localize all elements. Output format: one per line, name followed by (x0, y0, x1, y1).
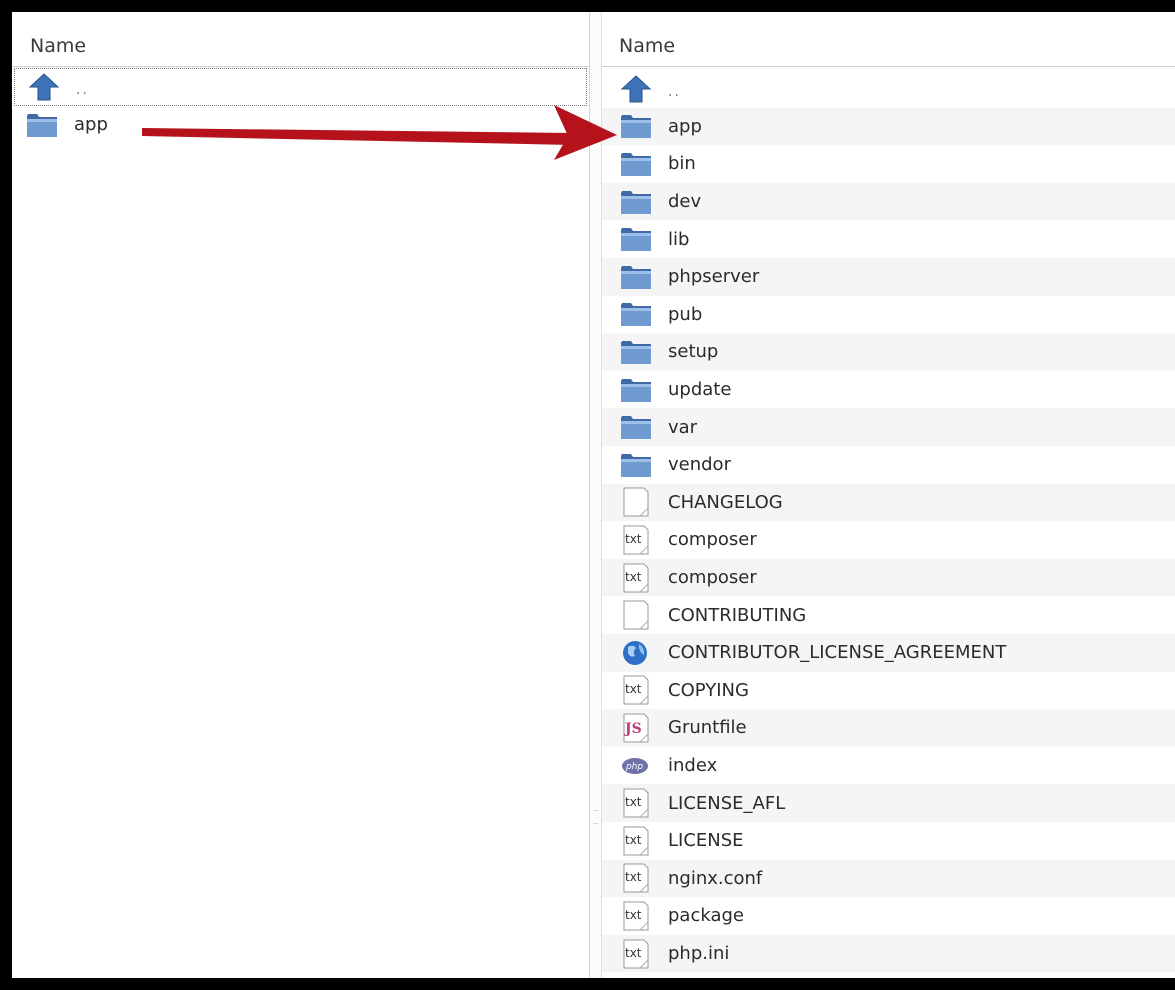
file-list-row[interactable]: CHANGELOG (602, 483, 1175, 522)
folder-icon (620, 149, 652, 179)
svg-text:txt: txt (625, 570, 642, 584)
file-name-label: var (668, 416, 698, 438)
file-name-label: bin (668, 153, 696, 175)
right-file-pane[interactable]: Name .. app bin dev lib phpserver pub setup upda… (602, 12, 1175, 978)
file-name-label: setup (668, 341, 719, 363)
file-list-row[interactable]: txt COPYING (602, 672, 1175, 710)
file-list-row[interactable]: app (12, 106, 589, 144)
svg-text:txt: txt (625, 870, 642, 884)
file-name-label: phpserver (668, 266, 760, 288)
folder-icon (620, 224, 652, 254)
file-list-row[interactable]: pub (602, 296, 1175, 334)
file-name-label: package (668, 905, 744, 927)
file-name-label: .. (668, 83, 681, 100)
file-list-row[interactable]: txt composer (602, 558, 1175, 597)
svg-text:txt: txt (625, 795, 642, 809)
file-manager-window: Name .. app Name .. app bin dev lib phpserver p… (12, 12, 1175, 978)
file-list-row[interactable]: php index (602, 747, 1175, 785)
file-list-row[interactable]: app (602, 107, 1175, 146)
file-list-row[interactable]: txt php.ini (602, 934, 1175, 973)
file-list-row[interactable]: var (602, 408, 1175, 446)
file-list-row[interactable]: vendor (602, 446, 1175, 484)
file-list-row[interactable]: lib (602, 220, 1175, 258)
folder-icon (620, 450, 652, 480)
file-list-row[interactable]: .. (602, 70, 1175, 108)
svg-text:txt: txt (625, 833, 642, 847)
file-name-label: Gruntfile (668, 717, 747, 739)
file-name-label: composer (668, 567, 757, 589)
pane-splitter[interactable] (589, 12, 602, 978)
text-file-icon: txt (620, 563, 652, 593)
text-file-icon: txt (620, 863, 652, 893)
file-list-row[interactable]: txt LICENSE (602, 822, 1175, 860)
file-name-label: lib (668, 228, 690, 250)
file-name-label: index (668, 755, 718, 777)
splitter-grip-icon[interactable] (593, 810, 598, 824)
blank-file-icon (620, 487, 652, 517)
file-list-row[interactable]: CONTRIBUTOR_LICENSE_AGREEMENT (602, 634, 1175, 672)
parent-directory-icon (620, 74, 652, 104)
svg-text:txt: txt (625, 946, 642, 960)
svg-text:txt: txt (625, 908, 642, 922)
folder-icon (620, 337, 652, 367)
file-name-label: app (74, 114, 108, 136)
file-name-label: COPYING (668, 679, 749, 701)
file-name-label: update (668, 379, 732, 401)
text-file-icon: txt (620, 788, 652, 818)
svg-text:php: php (625, 762, 643, 772)
file-list-row[interactable]: txt LICENSE_AFL (602, 784, 1175, 822)
folder-icon (620, 187, 652, 217)
right-name-column-header[interactable]: Name (602, 12, 1175, 67)
left-name-column-header[interactable]: Name (12, 12, 589, 67)
php-file-icon: php (620, 751, 652, 781)
file-list-row[interactable]: JS Gruntfile (602, 709, 1175, 747)
file-list-row[interactable]: phpserver (602, 258, 1175, 296)
text-file-icon: txt (620, 675, 652, 705)
left-name-column-label: Name (30, 35, 87, 57)
text-file-icon: txt (620, 901, 652, 931)
file-list-row[interactable]: dev (602, 182, 1175, 221)
file-name-label: pub (668, 303, 703, 325)
file-list-row[interactable]: txt composer (602, 521, 1175, 559)
file-name-label: LICENSE_AFL (668, 792, 786, 814)
file-name-label: php.ini (668, 943, 730, 965)
javascript-file-icon: JS (620, 713, 652, 743)
svg-text:JS: JS (623, 721, 642, 737)
folder-icon (26, 110, 58, 140)
file-list-row[interactable]: CONTRIBUTING (602, 596, 1175, 634)
folder-icon (620, 262, 652, 292)
file-name-label: app (668, 115, 702, 137)
folder-icon (620, 412, 652, 442)
file-list-row[interactable]: setup (602, 333, 1175, 371)
file-name-label: composer (668, 529, 757, 551)
file-list-row[interactable]: update (602, 371, 1175, 409)
file-name-label: .. (76, 81, 89, 98)
globe-html-icon (620, 638, 652, 668)
file-name-label: CONTRIBUTING (668, 604, 807, 626)
folder-icon (620, 375, 652, 405)
folder-icon (620, 111, 652, 141)
file-list-row[interactable]: txt nginx.conf (602, 859, 1175, 898)
text-file-icon: txt (620, 939, 652, 969)
file-list-row[interactable]: .. (14, 68, 587, 106)
svg-text:txt: txt (625, 682, 642, 696)
svg-text:txt: txt (625, 532, 642, 546)
blank-file-icon (620, 600, 652, 630)
text-file-icon: txt (620, 525, 652, 555)
file-name-label: nginx.conf (668, 867, 763, 889)
folder-icon (620, 299, 652, 329)
left-file-pane[interactable]: Name .. app (12, 12, 589, 978)
file-name-label: CHANGELOG (668, 491, 783, 513)
text-file-icon: txt (620, 826, 652, 856)
right-name-column-label: Name (619, 35, 676, 57)
parent-directory-icon (28, 72, 60, 102)
file-name-label: CONTRIBUTOR_LICENSE_AGREEMENT (668, 642, 1007, 664)
file-list-row[interactable]: txt package (602, 897, 1175, 935)
file-name-label: dev (668, 191, 702, 213)
file-name-label: vendor (668, 454, 731, 476)
file-list-row[interactable]: bin (602, 145, 1175, 183)
file-name-label: LICENSE (668, 830, 744, 852)
